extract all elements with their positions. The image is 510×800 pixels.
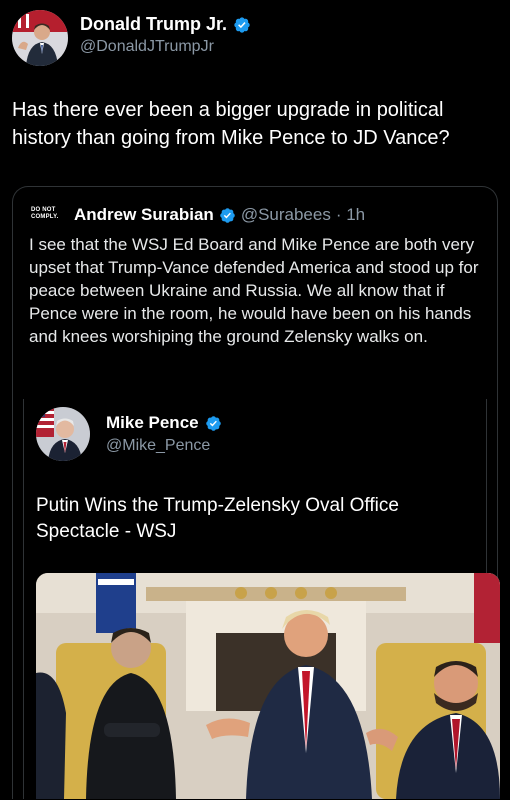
inner-author-name-row: Mike Pence	[106, 413, 222, 433]
quoted-author-name[interactable]: Andrew Surabian	[74, 205, 214, 225]
inner-author-name[interactable]: Mike Pence	[106, 413, 199, 433]
profile-photo-icon	[12, 10, 68, 66]
logo-text-line1: DO NOT	[31, 207, 56, 213]
profile-photo-icon	[36, 407, 90, 461]
verified-badge-icon	[220, 207, 235, 223]
author-handle[interactable]: @DonaldJTrumpJr	[80, 38, 214, 56]
verified-badge-icon	[234, 16, 250, 33]
quoted-tweet[interactable]: DO NOT COMPLY. Andrew Surabian @Surabees…	[12, 186, 500, 799]
quoted-header: Andrew Surabian @Surabees · 1h	[74, 205, 365, 225]
quoted-author-handle[interactable]: @Surabees	[241, 205, 331, 225]
author-avatar[interactable]	[12, 10, 68, 66]
inner-author-handle[interactable]: @Mike_Pence	[106, 437, 210, 455]
quoted-text: I see that the WSJ Ed Board and Mike Pen…	[29, 235, 479, 346]
quoted-author-logo[interactable]: DO NOT COMPLY.	[31, 207, 65, 227]
author-name-row: Donald Trump Jr.	[80, 14, 251, 35]
logo-text-line2: COMPLY.	[31, 214, 59, 220]
quoted-timestamp[interactable]: · 1h	[336, 205, 365, 225]
inner-quoted-tweet[interactable]: Mike Pence @Mike_Pence Putin Wins the Tr…	[23, 399, 500, 799]
tweet[interactable]: Donald Trump Jr. @DonaldJTrumpJr Has the…	[0, 0, 510, 800]
tweet-text: Has there ever been a bigger upgrade in …	[12, 99, 450, 149]
photo-image-icon	[36, 573, 500, 799]
inner-author-avatar[interactable]	[36, 407, 90, 461]
author-name[interactable]: Donald Trump Jr.	[80, 14, 227, 35]
oval-office-photo[interactable]	[36, 573, 500, 799]
inner-tweet-text: Putin Wins the Trump-Zelensky Oval Offic…	[36, 495, 399, 542]
verified-badge-icon	[205, 415, 221, 431]
